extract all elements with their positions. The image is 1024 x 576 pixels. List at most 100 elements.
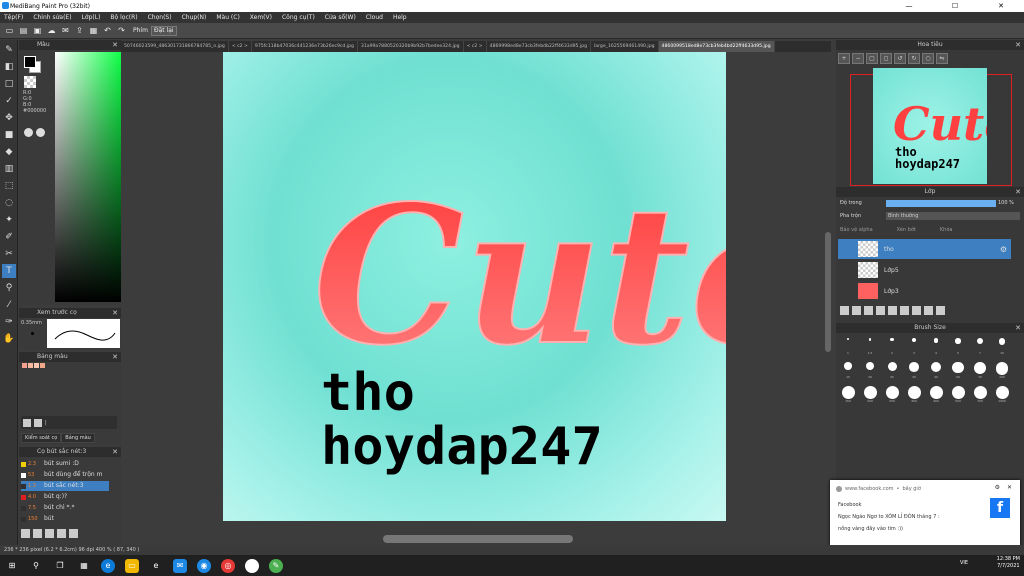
palette-swatch[interactable] [22,363,27,368]
layer-row-lop5[interactable]: Lớp5 [838,260,1011,280]
gradient-tool-icon[interactable]: ▥ [2,162,16,176]
flip-icon[interactable]: ⇋ [936,53,948,64]
clock-time[interactable]: 12:38 PM [997,556,1020,563]
eraser-tool-icon[interactable]: ◧ [2,60,16,74]
close-icon[interactable]: ✕ [1015,187,1021,197]
brush-size-option[interactable]: 500 [948,382,968,403]
file-tab[interactable]: large_1625569461490.jpg [591,41,659,52]
move-down-icon[interactable] [912,306,921,315]
menu-color[interactable]: Màu (C) [216,14,239,21]
menu-snap[interactable]: Chụp(N) [182,14,207,21]
brush-size-option[interactable]: 1000 [992,382,1012,403]
select-eraser-icon[interactable]: ✂ [2,247,16,261]
redo-icon[interactable]: ↷ [116,25,127,36]
brush-size-option[interactable]: 200 [860,382,880,403]
close-icon[interactable]: ✕ [1015,323,1021,333]
messenger-icon[interactable]: ◉ [197,558,211,573]
palette-swatch[interactable] [34,363,39,368]
close-icon[interactable]: ✕ [112,308,118,318]
minimize-button[interactable]: — [886,0,932,12]
operation-tool-icon[interactable]: ⚲ [2,281,16,295]
add-brush-icon[interactable] [21,529,30,538]
zoom-in-icon[interactable]: + [838,53,850,64]
folder-icon[interactable] [888,306,897,315]
opacity-slider[interactable] [886,200,996,207]
brush-size-option[interactable]: 250 [882,382,902,403]
brush-size-option[interactable]: 100 [992,358,1012,379]
file-tab[interactable]: 50746023599_486301731866784785_n.jpg [121,41,229,52]
reset-rotate-icon[interactable]: ○ [922,53,934,64]
brush-size-option[interactable]: 40 [926,358,946,379]
select-tool-icon[interactable]: ⬚ [2,179,16,193]
file-tab-active[interactable]: 4860099518ed8e73cb3feb4bd22ff4633d95.jpg [658,41,775,52]
menu-layer[interactable]: Lớp(L) [82,14,101,21]
clipping-checkbox[interactable]: Xén bớt [897,227,916,233]
store-icon[interactable]: ▦ [77,559,91,573]
navigator-thumbnail[interactable]: Cute tho hoydap247 [873,68,1014,184]
brush-size-option[interactable]: 4 [926,334,946,355]
brush-size-option[interactable]: 10 [992,334,1012,355]
menu-window[interactable]: Cửa sổ(W) [325,14,356,21]
palette-swatch[interactable] [28,363,33,368]
menu-select[interactable]: Chọn(S) [148,14,172,21]
delete-color-icon[interactable] [34,418,42,427]
menu-file[interactable]: Tệp(F) [4,14,23,21]
halftone-layer-icon[interactable] [864,306,873,315]
menu-edit[interactable]: Chỉnh sửa(E) [33,14,71,21]
foreground-color[interactable] [24,56,36,68]
close-icon[interactable]: ✕ [112,447,118,457]
file-tab[interactable]: 31a99a7880520320b9b92b7bedee324.jpg [358,41,464,52]
drawing-canvas[interactable]: Cute tho hoydap247 [223,52,726,521]
tab-brush-control[interactable]: Kiểm soát cọ [21,433,62,443]
file-tab[interactable]: 975fc118b47036c441236e73b26ec9cd.jpg [252,41,358,52]
ie-icon[interactable]: e [149,559,163,573]
brush-size-option[interactable]: 150 [838,382,858,403]
pen-tool-icon[interactable]: ✑ [2,315,16,329]
clock-date[interactable]: 7/7/2021 [997,563,1020,570]
fill-tool-icon[interactable]: ■ [2,128,16,142]
windows-start-icon[interactable]: ⊞ [5,559,19,573]
brush-size-option[interactable]: 5 [948,334,968,355]
brush-tool-icon[interactable]: ✎ [2,43,16,57]
gear-icon[interactable]: ⚙ [1000,245,1007,254]
tray-language[interactable]: VIE [960,560,968,567]
close-icon[interactable]: ✕ [1015,40,1021,50]
palette-swatch[interactable] [40,363,45,368]
hand-tool-icon[interactable]: ✋ [2,332,16,346]
fit-icon[interactable]: ▢ [866,53,878,64]
list-item[interactable]: 4.0 bút q:)? [21,492,109,502]
delete-brush-icon[interactable] [45,529,54,538]
bucket-tool-icon[interactable]: ◆ [2,145,16,159]
list-item[interactable]: 1.3 bút sắc nét:3 [21,481,109,491]
actual-size-icon[interactable]: ◻ [880,53,892,64]
brush-size-option[interactable]: 15 [838,358,858,379]
brush-size-option[interactable]: 700 [970,382,990,403]
brush-size-option[interactable]: 20 [860,358,880,379]
tab-palette[interactable]: Bảng màu [61,433,95,443]
brush-size-option[interactable]: 300 [904,382,924,403]
layer-menu-icon[interactable] [876,306,885,315]
layer-row-lop3[interactable]: Lớp3 [838,281,1011,301]
chrome-icon[interactable]: ◎ [221,558,235,573]
task-view-icon[interactable]: ❐ [53,559,67,573]
file-tab[interactable]: < c2 > [464,41,487,52]
move-up-icon[interactable] [900,306,909,315]
vertical-scrollbar[interactable] [825,232,831,352]
menu-filter[interactable]: Bộ lọc(R) [110,14,137,21]
maximize-button[interactable]: ☐ [932,0,978,12]
brush-size-option[interactable]: 30 [904,358,924,379]
saturation-value-picker[interactable] [55,52,125,302]
delete-layer-icon[interactable] [936,306,945,315]
brush-size-option[interactable]: 2 [882,334,902,355]
copy-layer-icon[interactable] [852,306,861,315]
chat-icon[interactable]: ✉ [60,25,71,36]
facebook-notification[interactable]: www.facebook.com • bây giờ ⚙ ✕ Facebook … [830,480,1020,546]
grid-icon[interactable]: ▦ [88,25,99,36]
save-icon[interactable]: ▣ [32,25,43,36]
list-item[interactable]: 150 bút [21,514,109,524]
chrome-canary-icon[interactable] [245,558,259,573]
copy-brush-icon[interactable] [33,529,42,538]
search-icon[interactable]: ⚲ [29,559,43,573]
brush-size-option[interactable]: 70 [970,358,990,379]
settings-icon[interactable]: ⚙ [995,484,1000,491]
